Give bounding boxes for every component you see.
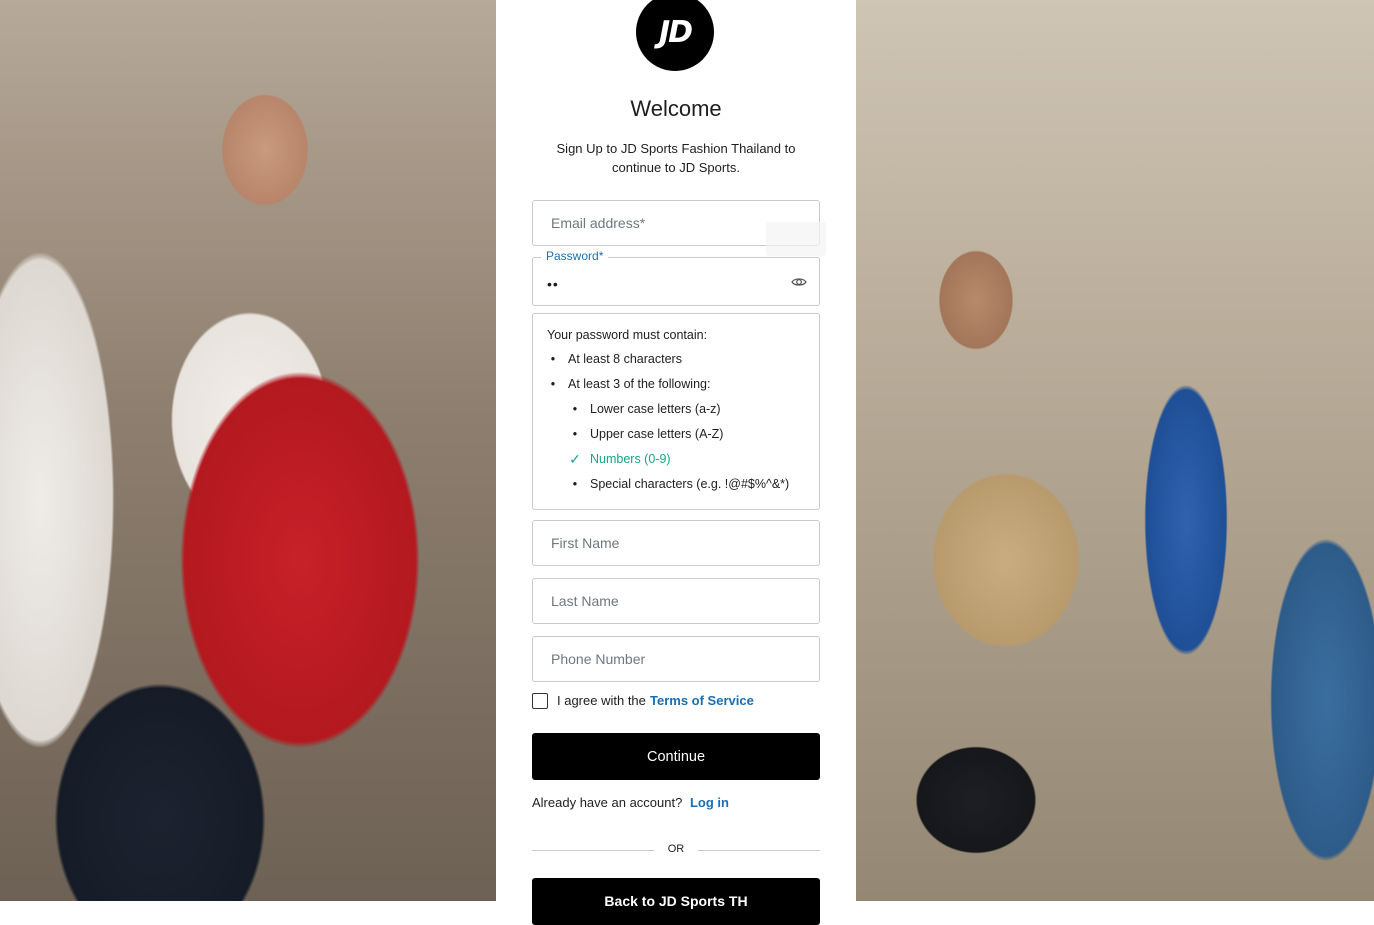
first-name-input[interactable]: [533, 521, 771, 565]
last-name-input[interactable]: [533, 579, 771, 623]
or-divider: OR: [532, 842, 820, 858]
requirements-heading: Your password must contain:: [547, 328, 708, 342]
bullet-icon: •: [550, 377, 556, 391]
requirement-item: • Upper case letters (A-Z): [547, 427, 819, 452]
continue-button[interactable]: Continue: [532, 733, 820, 780]
password-requirements: Your password must contain: • At least 8 …: [532, 313, 820, 510]
divider-text: OR: [667, 843, 685, 855]
bullet-icon: •: [572, 402, 578, 416]
requirement-item: • Special characters (e.g. !@#$%^&*): [547, 477, 819, 502]
login-prompt: Already have an account? Log in: [532, 795, 729, 810]
requirement-item: • Lower case letters (a-z): [547, 402, 819, 427]
requirement-item: • At least 8 characters: [547, 352, 819, 377]
requirement-text: Numbers (0-9): [590, 452, 671, 466]
divider-line-right: [698, 850, 820, 851]
bullet-icon: •: [572, 427, 578, 441]
requirement-text: Upper case letters (A-Z): [590, 427, 724, 441]
phone-field: [532, 636, 820, 682]
back-to-site-button[interactable]: Back to JD Sports TH: [532, 878, 820, 925]
password-input[interactable]: ••: [547, 276, 559, 292]
autofill-hint: [766, 222, 826, 256]
terms-of-service-link[interactable]: Terms of Service: [650, 693, 754, 708]
requirement-text: At least 8 characters: [568, 352, 682, 366]
login-prompt-text: Already have an account?: [532, 795, 683, 810]
jd-logo: JD: [636, 0, 714, 71]
password-field: Password* ••: [532, 249, 820, 306]
email-input[interactable]: [533, 201, 771, 245]
background-photo-left: [0, 0, 496, 901]
password-label: Password*: [541, 249, 609, 263]
background-photo-right: [856, 0, 1374, 901]
requirement-item: • At least 3 of the following:: [547, 377, 819, 402]
signup-panel: JD Welcome Sign Up to JD Sports Fashion …: [496, 0, 856, 925]
requirement-item: ✓ Numbers (0-9): [547, 452, 819, 477]
bullet-icon: •: [572, 477, 578, 491]
requirement-text: At least 3 of the following:: [568, 377, 711, 391]
requirement-text: Special characters (e.g. !@#$%^&*): [590, 477, 790, 491]
eye-icon[interactable]: [791, 274, 807, 290]
terms-agreement: I agree with the Terms of Service: [532, 692, 820, 714]
last-name-field: [532, 578, 820, 624]
requirement-text: Lower case letters (a-z): [590, 402, 721, 416]
terms-text: I agree with the: [557, 693, 646, 708]
page-subtitle: Sign Up to JD Sports Fashion Thailand to…: [556, 141, 796, 175]
terms-checkbox[interactable]: [532, 693, 548, 709]
page-title: Welcome: [630, 96, 722, 121]
requirements-list: • At least 8 characters • At least 3 of the…: [547, 352, 819, 502]
login-link[interactable]: Log in: [690, 795, 729, 810]
phone-input[interactable]: [533, 637, 771, 681]
first-name-field: [532, 520, 820, 566]
bullet-icon: •: [550, 352, 556, 366]
check-icon: ✓: [569, 451, 581, 467]
